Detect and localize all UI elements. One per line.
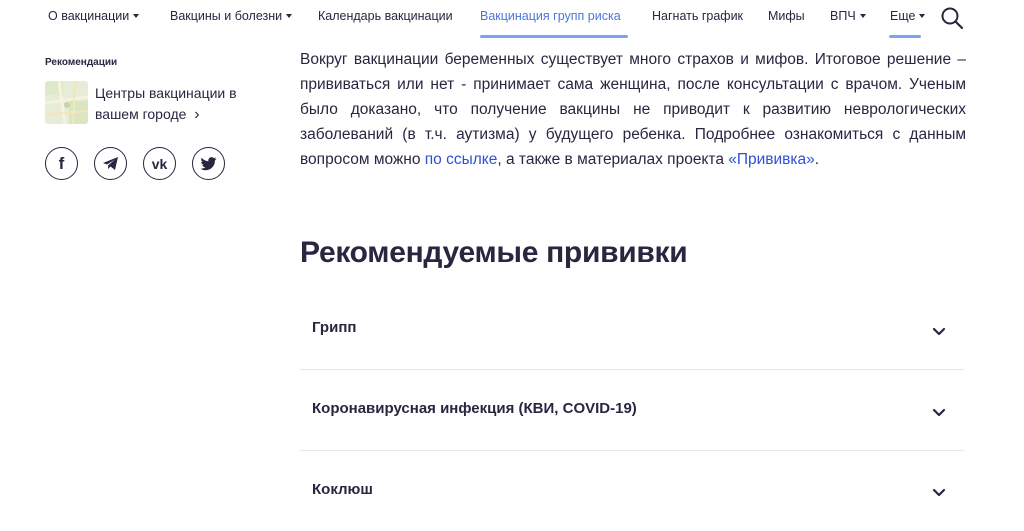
nav-item-o-vakcinacii[interactable]: О вакцинации (48, 9, 140, 23)
nav-item-mify[interactable]: Мифы (768, 9, 805, 23)
vaccination-centers-label: Центры вакцинации в вашем городе › (95, 85, 237, 123)
caret-down-icon (286, 14, 293, 18)
active-tab-underline (480, 35, 628, 38)
map-icon (45, 81, 88, 124)
accordion-label: Коклюш (312, 481, 373, 498)
telegram-icon[interactable] (94, 147, 127, 180)
sidebar-title: Рекомендации (45, 57, 118, 68)
caret-down-icon (859, 14, 866, 18)
facebook-icon[interactable]: f (45, 147, 78, 180)
nav-item-label: Еще (890, 9, 916, 23)
pregnancy-vaccination-paragraph: Вокруг вакцинации беременных существует … (300, 51, 966, 168)
accordion-item-covid[interactable]: Коронавирусная инфекция (КВИ, COVID-19) (300, 370, 964, 450)
vk-icon[interactable]: vk (143, 147, 176, 180)
caret-down-icon (133, 14, 140, 18)
nav-item-eshe[interactable]: Еще (890, 9, 926, 23)
accordion-item-koklyush[interactable]: Коклюш (300, 451, 964, 531)
vaccination-centers-link[interactable]: Центры вакцинации в вашем городе › (45, 81, 275, 127)
nav-item-nagnat-grafik[interactable]: Нагнать график (652, 9, 743, 23)
nav-item-gruppy-riska[interactable]: Вакцинация групп риска (480, 9, 621, 23)
caret-down-icon (919, 14, 926, 18)
nav-item-label: Календарь вакцинации (318, 9, 453, 23)
accordion-item-gripp[interactable]: Грипп (300, 290, 964, 370)
nav-item-label: Вакцинация групп риска (480, 9, 621, 23)
nav-item-label: Мифы (768, 9, 805, 23)
accordion-label: Коронавирусная инфекция (КВИ, COVID-19) (312, 400, 637, 417)
chevron-down-icon (932, 327, 946, 336)
nav-item-kalendar[interactable]: Календарь вакцинации (318, 9, 453, 23)
more-tab-underline (889, 35, 921, 38)
nav-item-label: Нагнать график (652, 9, 744, 23)
nav-item-label: ВПЧ (830, 9, 856, 23)
search-icon[interactable] (940, 6, 964, 30)
chevron-down-icon (932, 488, 946, 497)
nav-item-vakciny-i-bolezni[interactable]: Вакцины и болезни (170, 9, 293, 23)
top-navigation: О вакцинации Вакцины и болезни Календарь… (0, 0, 1024, 42)
chevron-right-icon: › (194, 106, 200, 123)
nav-item-label: О вакцинации (48, 9, 130, 23)
section-heading: Рекомендуемые прививки (300, 236, 688, 269)
accordion-label: Грипп (312, 319, 357, 336)
nav-item-label: Вакцины и болезни (170, 9, 283, 23)
privivka-project-link[interactable]: «Прививка» (728, 151, 815, 168)
nav-item-vpch[interactable]: ВПЧ (830, 9, 866, 23)
twitter-icon[interactable] (192, 147, 225, 180)
reference-link[interactable]: по ссылке (425, 151, 498, 168)
chevron-down-icon (932, 408, 946, 417)
